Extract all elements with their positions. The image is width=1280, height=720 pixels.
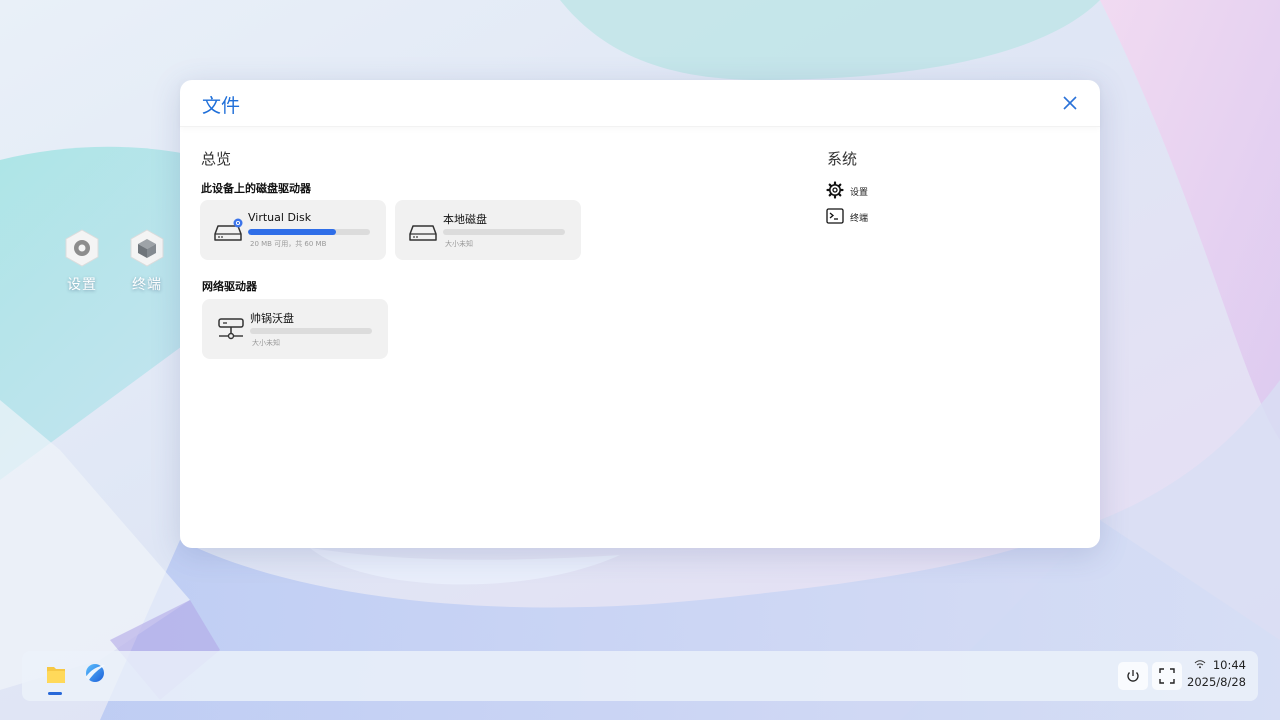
system-clock[interactable]: 10:44 2025/8/28 xyxy=(1187,658,1246,689)
system-item-label: 终端 xyxy=(850,214,869,224)
terminal-icon xyxy=(826,208,844,224)
clock-date: 2025/8/28 xyxy=(1187,675,1246,689)
taskbar: 10:44 2025/8/28 xyxy=(22,651,1258,701)
power-button[interactable] xyxy=(1118,662,1148,690)
drive-info: 大小未知 xyxy=(252,339,280,347)
gear-icon xyxy=(65,229,99,267)
network-drives-title: 网络驱动器 xyxy=(202,280,257,293)
window-header: 文件 xyxy=(180,80,1100,127)
drive-name: Virtual Disk xyxy=(248,211,312,224)
system-title: 系统 xyxy=(827,150,858,168)
drive-usage-bar xyxy=(250,328,372,334)
folder-icon[interactable] xyxy=(43,661,69,687)
overview-title: 总览 xyxy=(201,150,232,168)
drive-card-virtual-disk[interactable]: Virtual Disk 20 MB 可用，共 60 MB xyxy=(200,200,386,260)
drive-usage-bar xyxy=(443,229,565,235)
drive-name: 帅锅沃盘 xyxy=(250,312,294,325)
hard-drive-icon xyxy=(409,225,437,241)
drive-info: 20 MB 可用，共 60 MB xyxy=(250,240,327,248)
active-app-indicator xyxy=(48,692,62,695)
local-drives-title: 此设备上的磁盘驱动器 xyxy=(201,182,311,195)
cube-icon xyxy=(130,229,164,267)
desktop-icon-terminal[interactable]: 终端 xyxy=(119,228,175,294)
drive-card-local-disk[interactable]: 本地磁盘 大小未知 xyxy=(395,200,581,260)
files-window: 文件 总览 此设备上的磁盘驱动器 Virtual Disk 20 MB 可用，共… xyxy=(180,80,1100,548)
drive-usage-bar xyxy=(248,229,370,235)
window-title: 文件 xyxy=(202,95,241,117)
close-icon[interactable] xyxy=(1060,93,1080,113)
fullscreen-button[interactable] xyxy=(1152,662,1182,690)
drive-usage-fill xyxy=(248,229,336,235)
power-icon xyxy=(1127,670,1139,682)
fullscreen-icon xyxy=(1159,668,1175,684)
hard-drive-icon xyxy=(214,218,243,241)
desktop-icon-label: 终端 xyxy=(132,277,162,293)
drive-name: 本地磁盘 xyxy=(443,213,487,226)
network-drive-icon xyxy=(218,318,244,340)
desktop-icon-settings[interactable]: 设置 xyxy=(54,228,110,294)
drive-card-network[interactable]: 帅锅沃盘 大小未知 xyxy=(202,299,388,359)
browser-icon[interactable] xyxy=(82,660,108,686)
drive-info: 大小未知 xyxy=(445,240,473,248)
desktop-icon-label: 设置 xyxy=(67,277,97,293)
system-item-label: 设置 xyxy=(850,188,869,198)
clock-time: 10:44 xyxy=(1212,658,1246,672)
gear-icon xyxy=(826,181,844,199)
